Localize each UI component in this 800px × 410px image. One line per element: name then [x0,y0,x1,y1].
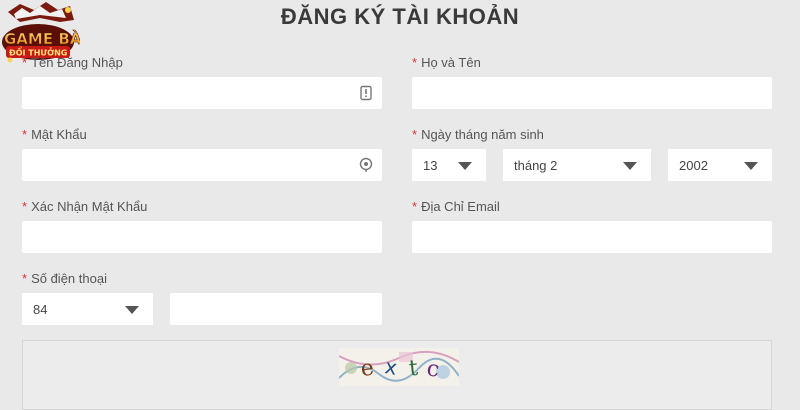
captcha-image[interactable]: e x t c [339,348,459,386]
phone-number-field[interactable] [170,293,382,325]
confirm-password-label: * Xác Nhận Mật Khẩu [22,199,147,214]
chevron-down-icon [623,162,637,170]
phone-label-text: Số điện thoại [31,271,107,286]
chevron-down-icon [458,162,472,170]
fullname-label-text: Họ và Tên [421,55,481,70]
page-title: ĐĂNG KÝ TÀI KHOẢN [280,4,520,29]
required-star: * [412,127,418,142]
required-star: * [22,55,28,70]
chevron-down-icon [125,306,139,314]
email-label-text: Địa Chỉ Email [421,199,500,214]
birthday-year-value: 2002 [679,158,708,173]
required-star: * [412,199,418,214]
fullname-field[interactable] [412,77,772,109]
username-label-text: Tên Đăng Nhập [31,55,123,70]
birthday-day-value: 13 [423,158,438,173]
required-star: * [412,55,418,70]
birthday-month-select[interactable]: tháng 2 [503,149,651,181]
username-label: * Tên Đăng Nhập [22,55,123,70]
email-label: * Địa Chỉ Email [412,199,500,214]
phone-country-code-value: 84 [33,302,48,317]
required-star: * [22,271,28,286]
email-field[interactable] [412,221,772,253]
confirm-password-label-text: Xác Nhận Mật Khẩu [31,199,148,214]
password-label-text: Mật Khẩu [31,127,87,142]
birthday-month-value: tháng 2 [514,158,558,173]
chevron-down-icon [744,162,758,170]
id-card-icon [360,85,372,101]
phone-country-code-select[interactable]: 84 [22,293,153,325]
phone-label: * Số điện thoại [22,271,107,286]
username-field[interactable] [22,77,382,109]
birthday-label-text: Ngày tháng năm sinh [421,127,544,142]
password-field[interactable] [22,149,382,181]
svg-text:GAME BÀI: GAME BÀI [4,29,80,48]
required-star: * [22,199,28,214]
eye-icon[interactable] [358,157,374,173]
birthday-year-select[interactable]: 2002 [668,149,772,181]
birthday-day-select[interactable]: 13 [412,149,486,181]
confirm-password-field[interactable] [22,221,382,253]
required-star: * [22,127,28,142]
birthday-label: * Ngày tháng năm sinh [412,127,544,142]
password-label: * Mật Khẩu [22,127,87,142]
fullname-label: * Họ và Tên [412,55,481,70]
